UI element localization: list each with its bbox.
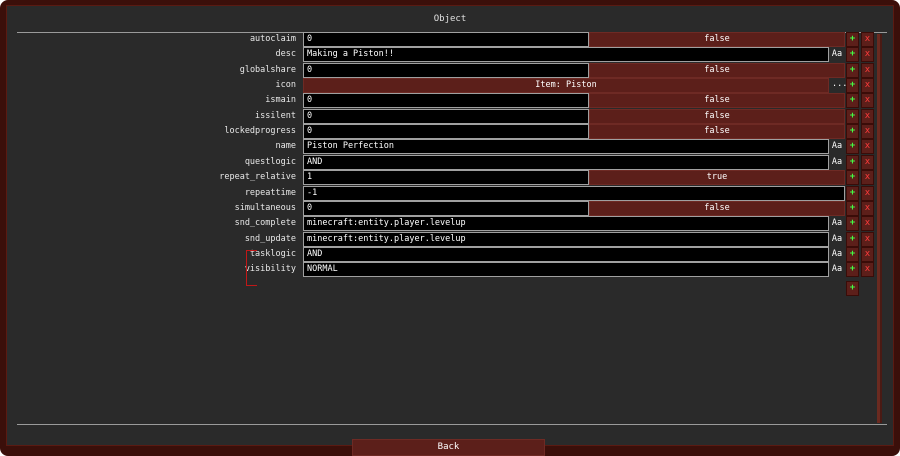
add-icon[interactable]: + [846, 154, 859, 170]
remove-icon[interactable]: x [861, 108, 874, 124]
annotation-bracket [246, 250, 257, 286]
boolean-toggle-button[interactable]: false [589, 200, 845, 216]
property-row-ismain: ismain 0 false + x [0, 93, 900, 109]
add-icon[interactable]: + [846, 262, 859, 278]
remove-icon[interactable]: x [861, 139, 874, 155]
add-property-button[interactable]: + [846, 281, 859, 296]
text-mode-icon[interactable]: Aa [829, 262, 845, 277]
window-title: Object [433, 14, 467, 24]
boolean-toggle-button[interactable]: false [589, 124, 845, 140]
add-icon[interactable]: + [846, 200, 859, 216]
remove-icon[interactable]: x [861, 216, 874, 232]
property-row-lockedprogress: lockedprogress 0 false + x [0, 124, 900, 140]
property-label: autoclaim [249, 34, 296, 44]
property-row-desc: desc Making a Piston!! Aa + x [0, 47, 900, 63]
value-input[interactable]: 1 [303, 170, 589, 186]
add-icon[interactable]: + [846, 62, 859, 78]
add-icon[interactable]: + [846, 185, 859, 201]
property-label: repeat_relative [219, 172, 296, 183]
property-row-autoclaim: autoclaim 0 false + x [0, 32, 900, 47]
add-icon[interactable]: + [846, 246, 859, 262]
value-input[interactable]: 0 [303, 124, 589, 140]
value-input[interactable]: minecraft:entity.player.levelup [303, 216, 829, 232]
remove-icon[interactable]: x [861, 231, 874, 247]
add-icon[interactable]: + [846, 47, 859, 63]
add-icon[interactable]: + [846, 216, 859, 232]
add-icon[interactable]: + [846, 108, 859, 124]
icon-item-button[interactable]: Item: Piston [303, 78, 829, 94]
back-button[interactable]: Back [352, 439, 545, 456]
boolean-toggle-button[interactable]: false [589, 62, 845, 78]
value-input[interactable]: AND [303, 246, 829, 262]
text-mode-icon[interactable]: Aa [829, 232, 845, 247]
property-label: issilent [255, 110, 296, 121]
value-input[interactable]: Making a Piston!! [303, 47, 829, 63]
property-label: questlogic [244, 156, 296, 167]
boolean-toggle-button[interactable]: false [589, 108, 845, 124]
property-row-snd_update: snd_update minecraft:entity.player.levelu… [0, 231, 900, 247]
value-input[interactable]: AND [303, 154, 829, 170]
remove-icon[interactable]: x [861, 170, 874, 186]
add-icon[interactable]: + [846, 139, 859, 155]
property-row-questlogic: questlogic AND Aa + x [0, 154, 900, 170]
add-icon[interactable]: + [846, 124, 859, 140]
remove-icon[interactable]: x [861, 124, 874, 140]
property-row-icon: icon Item: Piston... + x [0, 78, 900, 94]
value-input[interactable]: 0 [303, 200, 589, 216]
remove-icon[interactable]: x [861, 185, 874, 201]
property-label: name [275, 141, 296, 152]
property-label: lockedprogress [224, 126, 296, 137]
more-options-icon[interactable]: ... [832, 78, 847, 93]
value-input[interactable]: minecraft:entity.player.levelup [303, 231, 829, 247]
remove-icon[interactable]: x [861, 62, 874, 78]
add-icon[interactable]: + [846, 78, 859, 94]
text-mode-icon[interactable]: Aa [829, 155, 845, 170]
property-label: repeattime [244, 187, 296, 198]
value-input[interactable]: 0 [303, 32, 589, 47]
property-label: snd_update [244, 233, 296, 244]
property-row-tasklogic: tasklogic AND Aa + x [0, 246, 900, 262]
property-row-repeattime: repeattime -1 + x [0, 185, 900, 201]
property-row-visibility: visibility NORMAL Aa + x [0, 262, 900, 278]
property-label: icon [275, 80, 296, 91]
property-row-issilent: issilent 0 false + x [0, 108, 900, 124]
value-input[interactable]: 0 [303, 93, 589, 109]
text-mode-icon[interactable]: Aa [829, 139, 845, 154]
property-row-repeat_relative: repeat_relative 1 true + x [0, 170, 900, 186]
value-input[interactable]: Piston Perfection [303, 139, 829, 155]
remove-icon[interactable]: x [861, 93, 874, 109]
remove-icon[interactable]: x [861, 78, 874, 94]
property-row-snd_complete: snd_complete minecraft:entity.player.leve… [0, 216, 900, 232]
text-mode-icon[interactable]: Aa [829, 216, 845, 231]
remove-icon[interactable]: x [861, 200, 874, 216]
property-row-name: name Piston Perfection Aa + x [0, 139, 900, 155]
property-row-simultaneous: simultaneous 0 false + x [0, 200, 900, 216]
property-label: simultaneous [234, 202, 296, 213]
bottom-divider [17, 424, 887, 425]
add-icon[interactable]: + [846, 170, 859, 186]
property-row-globalshare: globalshare 0 false + x [0, 62, 900, 78]
text-mode-icon[interactable]: Aa [829, 247, 845, 262]
add-icon[interactable]: + [846, 32, 859, 47]
add-icon[interactable]: + [846, 93, 859, 109]
boolean-toggle-button[interactable]: false [589, 32, 845, 47]
value-input[interactable]: 0 [303, 62, 589, 78]
boolean-toggle-button[interactable]: true [589, 170, 845, 186]
text-mode-icon[interactable]: Aa [829, 47, 845, 62]
property-label: snd_complete [234, 218, 296, 229]
value-input[interactable]: NORMAL [303, 262, 829, 278]
property-label: globalshare [239, 64, 296, 75]
remove-icon[interactable]: x [861, 246, 874, 262]
remove-icon[interactable]: x [861, 47, 874, 63]
value-input[interactable]: 0 [303, 108, 589, 124]
property-label: desc [275, 49, 296, 60]
remove-icon[interactable]: x [861, 262, 874, 278]
value-input[interactable]: -1 [303, 185, 845, 201]
property-label: ismain [265, 95, 296, 106]
remove-icon[interactable]: x [861, 32, 874, 47]
boolean-toggle-button[interactable]: false [589, 93, 845, 109]
add-icon[interactable]: + [846, 231, 859, 247]
remove-icon[interactable]: x [861, 154, 874, 170]
